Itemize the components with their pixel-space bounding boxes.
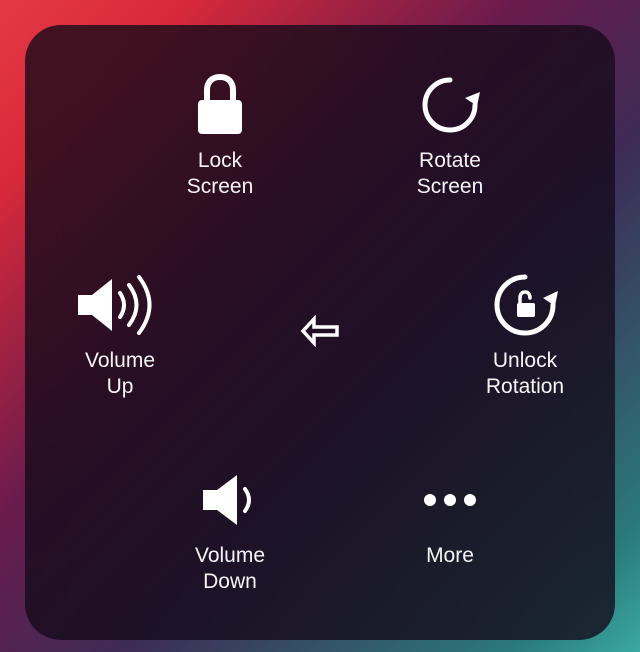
rotate-screen-button[interactable]: Rotate Screen [380, 70, 520, 201]
rotate-screen-label: Rotate Screen [417, 148, 484, 201]
arrow-left-icon [300, 315, 340, 352]
volume-down-label: Volume Down [195, 543, 265, 596]
assistive-touch-panel: Lock Screen Rotate Screen Volume Up [25, 25, 615, 640]
volume-down-button[interactable]: Volume Down [160, 465, 300, 596]
rotate-icon [415, 70, 485, 140]
more-button[interactable]: More [380, 465, 520, 569]
volume-up-button[interactable]: Volume Up [50, 270, 190, 401]
volume-up-icon [74, 270, 166, 340]
lock-screen-button[interactable]: Lock Screen [150, 70, 290, 201]
unlock-rotation-label: Unlock Rotation [486, 348, 564, 401]
back-button[interactable] [297, 310, 343, 356]
volume-down-icon [195, 465, 265, 535]
lock-screen-label: Lock Screen [187, 148, 254, 201]
lock-icon [192, 70, 248, 140]
rotation-lock-open-icon [489, 270, 561, 340]
more-label: More [426, 543, 474, 569]
volume-up-label: Volume Up [85, 348, 155, 401]
more-icon [415, 465, 485, 535]
unlock-rotation-button[interactable]: Unlock Rotation [455, 270, 595, 401]
